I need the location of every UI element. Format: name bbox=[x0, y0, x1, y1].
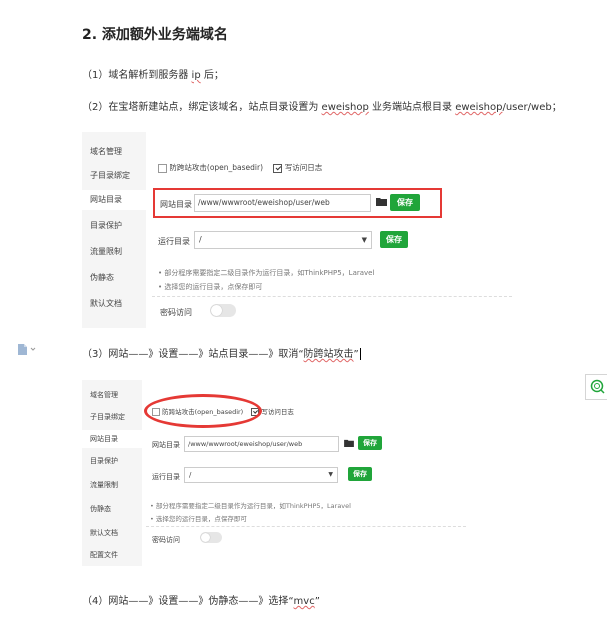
chevron-down-icon: ▼ bbox=[361, 236, 367, 244]
step-2-pre: （2）在宝塔新建站点，绑定该域名，站点目录设置为 bbox=[82, 102, 322, 113]
step-2-mid: 业务端站点根目录 bbox=[368, 102, 456, 113]
fig1-save-button-2[interactable]: 保存 bbox=[380, 231, 408, 248]
fig1-sidebar-item-domain[interactable]: 域名管理 bbox=[82, 142, 146, 162]
fig2-toggle-knob bbox=[201, 533, 210, 542]
step-2-word-1: eweishop bbox=[321, 102, 369, 113]
fig2-run-value: / bbox=[189, 471, 192, 479]
fig2-access-log-label: 写访问日志 bbox=[261, 408, 294, 416]
fig2-sidebar-item-traffic[interactable]: 流量限制 bbox=[82, 476, 142, 494]
fig2-save-button-2[interactable]: 保存 bbox=[348, 467, 372, 481]
fig2-sidebar-item-protect[interactable]: 目录保护 bbox=[82, 452, 142, 470]
screenshot-figure-1: 域名管理 子目录绑定 网站目录 目录保护 流量限制 伪静态 默认文档 防跨站攻击… bbox=[82, 132, 529, 328]
step-2-post: /user/web； bbox=[502, 102, 562, 113]
fig1-sidebar-item-default[interactable]: 默认文档 bbox=[82, 294, 146, 314]
step-3-pre: （3）网站——》设置——》站点目录——》取消“ bbox=[82, 349, 304, 360]
step-4-word: mvc bbox=[293, 596, 315, 607]
fig1-access-log-checkbox[interactable] bbox=[273, 163, 283, 173]
fig1-run-label: 运行目录 bbox=[158, 237, 190, 246]
fig1-sidebar-item-sitedir[interactable]: 网站目录 bbox=[82, 190, 146, 210]
fig2-sidebar: 域名管理 子目录绑定 网站目录 目录保护 流量限制 伪静态 默认文档 配置文件 bbox=[82, 380, 142, 566]
step-4-pre: （4）网站——》设置——》伪静态——》选择“ bbox=[82, 596, 294, 607]
fig2-sidebar-item-subdir[interactable]: 子目录绑定 bbox=[82, 408, 142, 426]
folder-icon[interactable] bbox=[344, 439, 354, 447]
fig2-note-2: • 选择您的运行目录，点保存即可 bbox=[150, 515, 247, 523]
fig1-checkbox-row: 防跨站攻击(open_basedir) 写访问日志 bbox=[158, 162, 322, 173]
fig1-access-log-label: 写访问日志 bbox=[284, 163, 323, 172]
fig2-save-button-1[interactable]: 保存 bbox=[358, 436, 382, 450]
fig1-run-value: / bbox=[199, 235, 202, 244]
text-cursor bbox=[359, 348, 361, 360]
fig2-note-2-text: 选择您的运行目录，点保存即可 bbox=[155, 515, 247, 523]
step-4-end: ” bbox=[314, 596, 320, 607]
fig1-run-select[interactable]: / ▼ bbox=[194, 231, 372, 249]
fig1-secret-label: 密码访问 bbox=[160, 308, 192, 317]
step-2-word-2: eweishop bbox=[455, 102, 503, 113]
fig1-sidebar: 域名管理 子目录绑定 网站目录 目录保护 流量限制 伪静态 默认文档 bbox=[82, 132, 146, 328]
fig1-sidebar-item-traffic[interactable]: 流量限制 bbox=[82, 242, 146, 262]
fig2-run-label: 运行目录 bbox=[152, 473, 180, 481]
step-4-text: （4）网站——》设置——》伪静态——》选择“mvc” bbox=[82, 592, 320, 607]
step-3-text: （3）网站——》设置——》站点目录——》取消“防跨站攻击” bbox=[82, 345, 361, 360]
fig1-note-2-text: 选择您的运行目录，点保存即可 bbox=[164, 283, 263, 291]
side-tool-button[interactable] bbox=[585, 374, 607, 400]
step-1-pre: （1）域名解析到服务器 bbox=[82, 70, 192, 81]
fig1-divider bbox=[152, 296, 512, 297]
step-3-end: ” bbox=[353, 349, 359, 360]
fig1-open-basedir-checkbox[interactable] bbox=[158, 163, 167, 173]
fig2-note-1-text: 部分程序需要指定二级目录作为运行目录，如ThinkPHP5，Laravel bbox=[155, 502, 351, 510]
fig1-open-basedir-label: 防跨站攻击(open_basedir) bbox=[169, 163, 264, 172]
fig2-sidebar-item-sitedir[interactable]: 网站目录 bbox=[82, 430, 142, 448]
fig2-sidebar-item-rewrite[interactable]: 伪静态 bbox=[82, 500, 142, 518]
fig1-sidebar-item-protect[interactable]: 目录保护 bbox=[82, 216, 146, 236]
section-heading: 2. 添加额外业务端域名 bbox=[82, 27, 228, 43]
chevron-down-icon: ▼ bbox=[328, 471, 333, 478]
fig2-divider bbox=[146, 526, 466, 527]
screenshot-figure-2: 域名管理 子目录绑定 网站目录 目录保护 流量限制 伪静态 默认文档 配置文件 … bbox=[82, 380, 477, 566]
fig2-run-select[interactable]: / ▼ bbox=[184, 467, 338, 483]
fig2-sidebar-item-domain[interactable]: 域名管理 bbox=[82, 386, 142, 404]
fig1-sidebar-item-rewrite[interactable]: 伪静态 bbox=[82, 268, 146, 288]
step-1-post: 后； bbox=[200, 70, 224, 81]
search-circle-icon bbox=[590, 379, 605, 394]
fig2-secret-toggle[interactable] bbox=[200, 532, 222, 543]
fig1-note-2: • 选择您的运行目录，点保存即可 bbox=[158, 283, 263, 291]
fig2-sidebar-item-default[interactable]: 默认文档 bbox=[82, 524, 142, 542]
step-3-word: 防跨站攻击 bbox=[303, 349, 354, 360]
document-icon[interactable] bbox=[17, 344, 37, 355]
step-1-ip: ip bbox=[191, 70, 201, 81]
fig1-note-1-text: 部分程序需要指定二级目录作为运行目录，如ThinkPHP5，Laravel bbox=[164, 269, 375, 277]
fig1-secret-toggle[interactable] bbox=[210, 304, 236, 317]
fig1-highlight-box bbox=[153, 188, 442, 218]
fig2-highlight-oval bbox=[144, 394, 262, 428]
fig1-sidebar-item-subdir[interactable]: 子目录绑定 bbox=[82, 166, 146, 186]
fig2-dir-label: 网站目录 bbox=[152, 441, 180, 449]
fig1-toggle-knob bbox=[211, 305, 222, 316]
step-2-text: （2）在宝塔新建站点，绑定该域名，站点目录设置为 eweishop 业务端站点根… bbox=[82, 98, 562, 113]
step-1-text: （1）域名解析到服务器 ip 后； bbox=[82, 66, 224, 81]
fig1-note-1: • 部分程序需要指定二级目录作为运行目录，如ThinkPHP5，Laravel bbox=[158, 269, 375, 277]
fig2-sidebar-item-config[interactable]: 配置文件 bbox=[82, 546, 142, 564]
fig2-dir-input[interactable]: /www/wwwroot/eweishop/user/web bbox=[184, 436, 339, 452]
fig2-note-1: • 部分程序需要指定二级目录作为运行目录，如ThinkPHP5，Laravel bbox=[150, 502, 351, 510]
fig2-secret-label: 密码访问 bbox=[152, 536, 180, 544]
